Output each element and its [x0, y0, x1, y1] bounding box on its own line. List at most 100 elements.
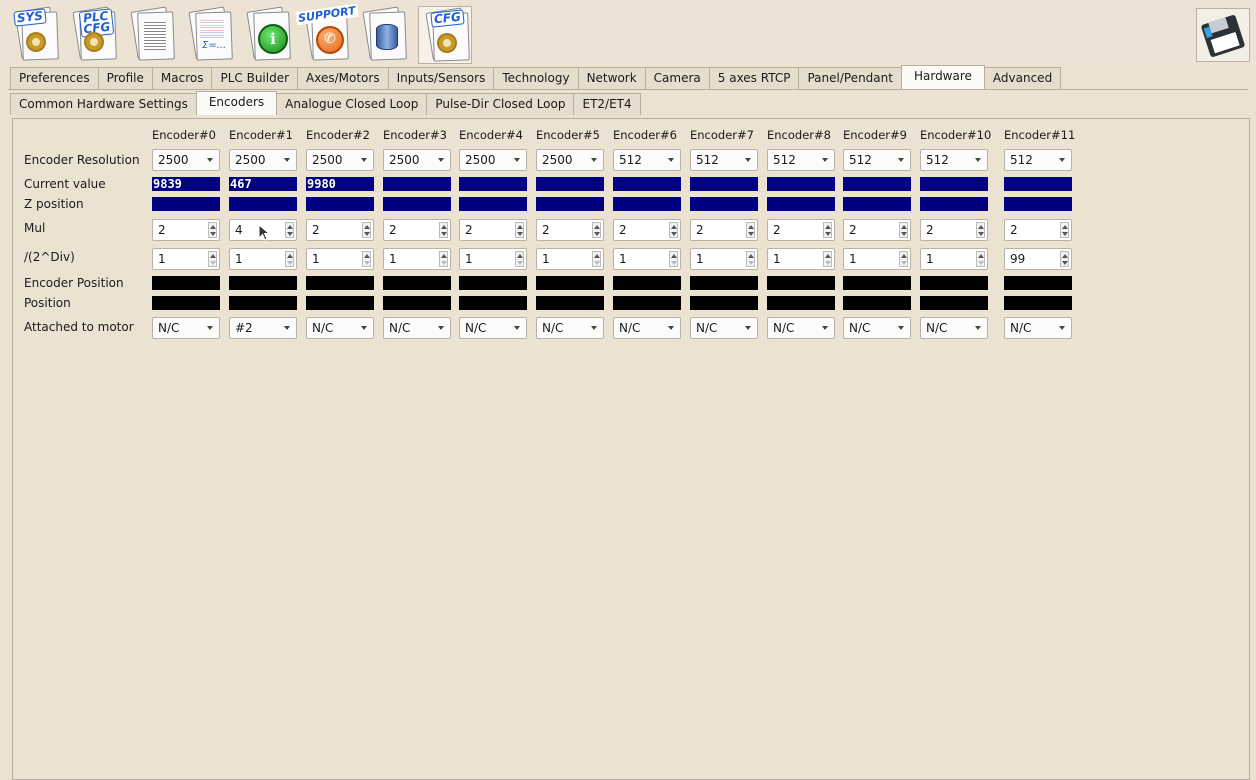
mul-spinbox[interactable]: 2	[690, 219, 758, 241]
div-spinbox[interactable]: 1	[383, 248, 451, 270]
encoder-resolution-select[interactable]: 512	[767, 149, 835, 171]
attached-motor-select[interactable]: #2	[229, 317, 297, 339]
sub-tab-pulse-dir-closed-loop[interactable]: Pulse-Dir Closed Loop	[426, 93, 575, 115]
plc-config-button[interactable]: PLC CFG	[66, 6, 120, 64]
spin-arrows-icon[interactable]	[823, 251, 832, 267]
main-tab-5-axes-rtcp[interactable]: 5 axes RTCP	[708, 67, 800, 89]
spin-arrows-icon[interactable]	[592, 222, 601, 238]
spin-arrows-icon[interactable]	[669, 222, 678, 238]
attached-motor-select[interactable]: N/C	[1004, 317, 1072, 339]
main-tab-macros[interactable]: Macros	[151, 67, 213, 89]
attached-motor-select[interactable]: N/C	[459, 317, 527, 339]
mul-spinbox[interactable]: 2	[1004, 219, 1072, 241]
div-spinbox[interactable]: 1	[920, 248, 988, 270]
sub-tab-encoders[interactable]: Encoders	[195, 91, 278, 115]
info-button[interactable]: i	[240, 6, 294, 64]
div-spinbox[interactable]: 1	[767, 248, 835, 270]
mul-spinbox[interactable]: 2	[920, 219, 988, 241]
program-listing-button[interactable]	[124, 6, 178, 64]
mul-spinbox[interactable]: 2	[152, 219, 220, 241]
mul-spinbox[interactable]: 2	[843, 219, 911, 241]
spin-arrows-icon[interactable]	[439, 222, 448, 238]
spin-arrows-icon[interactable]	[976, 251, 985, 267]
spin-arrows-icon[interactable]	[1060, 222, 1069, 238]
spin-arrows-icon[interactable]	[362, 251, 371, 267]
encoder-resolution-select[interactable]: 2500	[536, 149, 604, 171]
main-tab-axes-motors[interactable]: Axes/Motors	[297, 67, 389, 89]
spin-arrows-icon[interactable]	[746, 222, 755, 238]
div-spinbox[interactable]: 1	[229, 248, 297, 270]
attached-motor-select[interactable]: N/C	[613, 317, 681, 339]
main-tab-panel-pendant[interactable]: Panel/Pendant	[798, 67, 902, 89]
variables-button[interactable]: Σ=...	[182, 6, 236, 64]
encoder-resolution-select[interactable]: 512	[613, 149, 681, 171]
attached-motor-select[interactable]: N/C	[920, 317, 988, 339]
attached-motor-select[interactable]: N/C	[152, 317, 220, 339]
cfg-button[interactable]: CFG	[418, 6, 472, 64]
spin-arrows-icon[interactable]	[362, 222, 371, 238]
spin-arrows-icon[interactable]	[515, 251, 524, 267]
spin-arrows-icon[interactable]	[285, 251, 294, 267]
main-tab-technology[interactable]: Technology	[493, 67, 579, 89]
spin-arrows-icon[interactable]	[592, 251, 601, 267]
main-tab-preferences[interactable]: Preferences	[10, 67, 99, 89]
sub-tab-analogue-closed-loop[interactable]: Analogue Closed Loop	[276, 93, 428, 115]
spin-arrows-icon[interactable]	[208, 222, 217, 238]
encoder-resolution-select[interactable]: 2500	[306, 149, 374, 171]
spin-arrows-icon[interactable]	[439, 251, 448, 267]
encoder-resolution-select[interactable]: 512	[843, 149, 911, 171]
encoder-resolution-select[interactable]: 2500	[152, 149, 220, 171]
save-button[interactable]	[1196, 8, 1250, 62]
sub-tab-et2-et4[interactable]: ET2/ET4	[573, 93, 641, 115]
spin-arrows-icon[interactable]	[899, 251, 908, 267]
div-spinbox[interactable]: 1	[690, 248, 758, 270]
spin-arrows-icon[interactable]	[208, 251, 217, 267]
spin-arrows-icon[interactable]	[515, 222, 524, 238]
spin-arrows-icon[interactable]	[285, 222, 294, 238]
main-tab-camera[interactable]: Camera	[644, 67, 710, 89]
support-button[interactable]: SUPPORT ✆	[295, 3, 359, 64]
main-tab-profile[interactable]: Profile	[97, 67, 153, 89]
sub-tab-common-hardware-settings[interactable]: Common Hardware Settings	[10, 93, 197, 115]
chevron-down-icon	[1059, 158, 1065, 162]
encoder-resolution-select[interactable]: 512	[690, 149, 758, 171]
div-spinbox[interactable]: 1	[536, 248, 604, 270]
encoder-header: Encoder#4	[459, 128, 523, 142]
encoder-resolution-select[interactable]: 512	[920, 149, 988, 171]
database-button[interactable]	[356, 6, 410, 64]
mul-spinbox[interactable]: 2	[767, 219, 835, 241]
spin-arrows-icon[interactable]	[899, 222, 908, 238]
div-spinbox[interactable]: 1	[152, 248, 220, 270]
main-tab-inputs-sensors[interactable]: Inputs/Sensors	[387, 67, 495, 89]
mul-spinbox[interactable]: 2	[613, 219, 681, 241]
spin-arrows-icon[interactable]	[976, 222, 985, 238]
mul-spinbox[interactable]: 2	[536, 219, 604, 241]
div-spinbox[interactable]: 1	[306, 248, 374, 270]
spin-arrows-icon[interactable]	[1060, 251, 1069, 267]
mul-spinbox[interactable]: 2	[459, 219, 527, 241]
main-tab-plc-builder[interactable]: PLC Builder	[211, 67, 299, 89]
main-tab-hardware[interactable]: Hardware	[900, 65, 985, 89]
encoder-resolution-select[interactable]: 2500	[383, 149, 451, 171]
spin-arrows-icon[interactable]	[823, 222, 832, 238]
div-spinbox[interactable]: 1	[843, 248, 911, 270]
encoder-resolution-select[interactable]: 2500	[459, 149, 527, 171]
mul-spinbox[interactable]: 2	[383, 219, 451, 241]
attached-motor-select[interactable]: N/C	[843, 317, 911, 339]
mul-spinbox[interactable]: 2	[306, 219, 374, 241]
encoder-resolution-select[interactable]: 512	[1004, 149, 1072, 171]
attached-motor-select[interactable]: N/C	[306, 317, 374, 339]
attached-motor-select[interactable]: N/C	[690, 317, 758, 339]
spin-arrows-icon[interactable]	[746, 251, 755, 267]
encoder-resolution-select[interactable]: 2500	[229, 149, 297, 171]
div-spinbox[interactable]: 99	[1004, 248, 1072, 270]
spin-arrows-icon[interactable]	[669, 251, 678, 267]
sys-config-button[interactable]: SYS	[8, 6, 62, 64]
main-tab-network[interactable]: Network	[577, 67, 646, 89]
attached-motor-select[interactable]: N/C	[536, 317, 604, 339]
div-spinbox[interactable]: 1	[459, 248, 527, 270]
attached-motor-select[interactable]: N/C	[767, 317, 835, 339]
main-tab-advanced[interactable]: Advanced	[983, 67, 1062, 89]
attached-motor-select[interactable]: N/C	[383, 317, 451, 339]
div-spinbox[interactable]: 1	[613, 248, 681, 270]
